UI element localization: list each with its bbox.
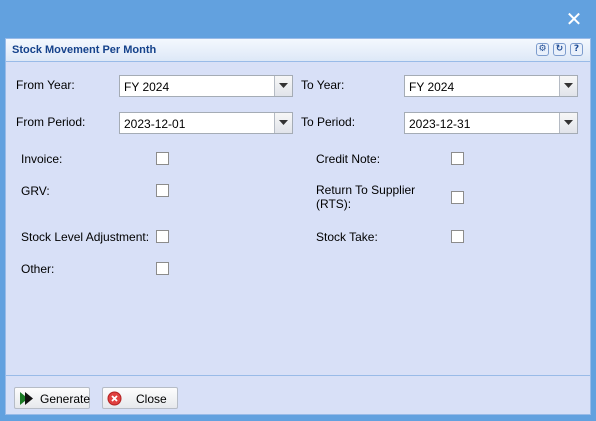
- generate-button-label: Generate: [40, 392, 91, 406]
- stock-take-checkbox[interactable]: [451, 230, 464, 243]
- generate-button[interactable]: Generate: [14, 387, 90, 409]
- grv-label: GRV:: [21, 184, 50, 198]
- footer-divider: [6, 375, 590, 376]
- to-year-value: FY 2024: [409, 80, 455, 94]
- rts-checkbox[interactable]: [451, 191, 464, 204]
- from-year-select[interactable]: FY 2024: [119, 75, 293, 97]
- chevron-down-icon: [564, 120, 573, 125]
- close-icon: [107, 391, 122, 406]
- from-year-value: FY 2024: [124, 80, 170, 94]
- rts-label: Return To Supplier (RTS):: [316, 183, 416, 211]
- from-period-dropdown-trigger[interactable]: [274, 113, 292, 133]
- to-period-dropdown-trigger[interactable]: [559, 113, 577, 133]
- chevron-down-icon: [279, 83, 288, 88]
- stock-level-adjustment-label: Stock Level Adjustment:: [21, 230, 150, 244]
- chevron-down-icon: [564, 83, 573, 88]
- from-period-select[interactable]: 2023-12-01: [119, 112, 293, 134]
- invoice-label: Invoice:: [21, 152, 63, 166]
- from-period-value: 2023-12-01: [124, 117, 186, 131]
- credit-note-label: Credit Note:: [316, 152, 381, 166]
- close-button-label: Close: [136, 392, 167, 406]
- chevron-down-icon: [279, 120, 288, 125]
- close-button[interactable]: Close: [102, 387, 178, 409]
- to-period-select[interactable]: 2023-12-31: [404, 112, 578, 134]
- credit-note-checkbox[interactable]: [451, 152, 464, 165]
- to-period-label: To Period:: [301, 115, 356, 129]
- to-year-select[interactable]: FY 2024: [404, 75, 578, 97]
- other-checkbox[interactable]: [156, 262, 169, 275]
- play-icon: [20, 392, 33, 405]
- from-year-label: From Year:: [16, 78, 75, 92]
- to-period-value: 2023-12-31: [409, 117, 471, 131]
- window-close-icon[interactable]: ✕: [564, 9, 584, 29]
- other-label: Other:: [21, 262, 55, 276]
- from-year-dropdown-trigger[interactable]: [274, 76, 292, 96]
- stock-take-label: Stock Take:: [316, 230, 378, 244]
- stock-movement-panel: Stock Movement Per Month ⚙ ↻ ? From Year…: [5, 38, 591, 415]
- help-icon[interactable]: ?: [570, 43, 583, 56]
- from-period-label: From Period:: [16, 115, 86, 129]
- to-year-label: To Year:: [301, 78, 345, 92]
- grv-checkbox[interactable]: [156, 184, 169, 197]
- refresh-icon[interactable]: ↻: [553, 43, 566, 56]
- gear-icon[interactable]: ⚙: [536, 43, 549, 56]
- panel-header: Stock Movement Per Month ⚙ ↻ ?: [6, 39, 590, 62]
- invoice-checkbox[interactable]: [156, 152, 169, 165]
- to-year-dropdown-trigger[interactable]: [559, 76, 577, 96]
- panel-title: Stock Movement Per Month: [12, 44, 157, 56]
- stock-level-adjustment-checkbox[interactable]: [156, 230, 169, 243]
